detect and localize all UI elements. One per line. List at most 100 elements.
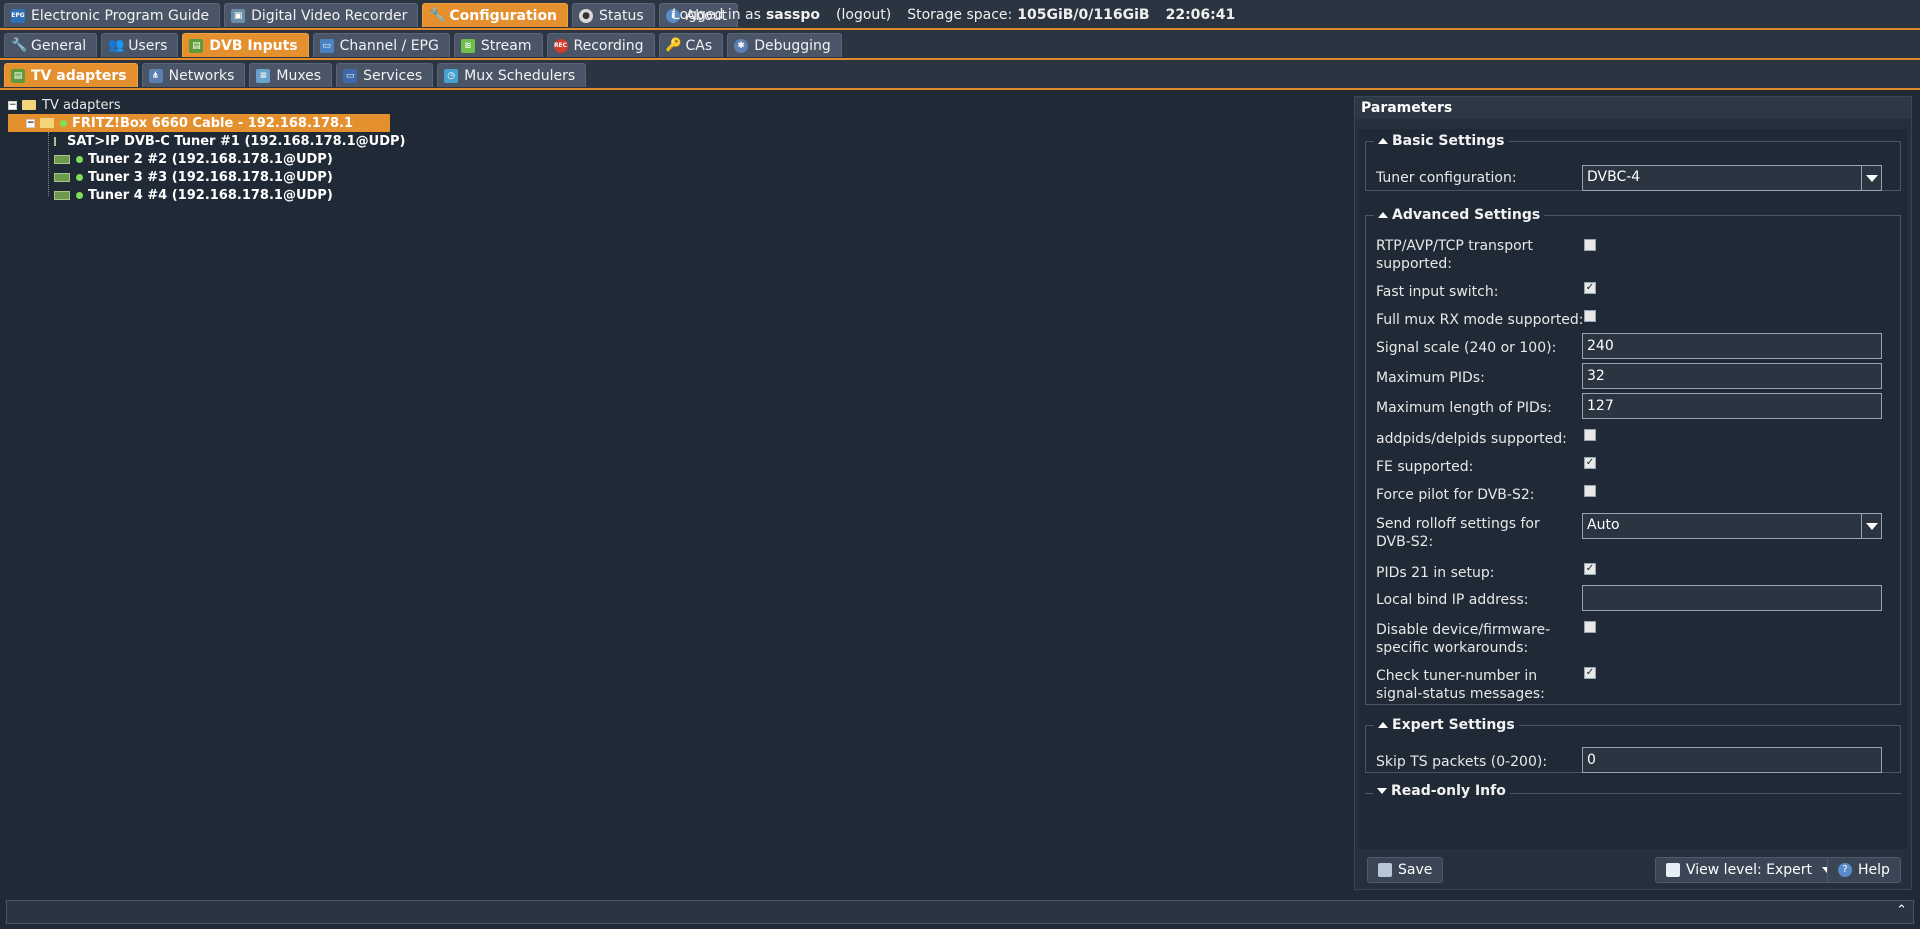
tab-users[interactable]: 👥 Users [101, 33, 179, 57]
folder-icon [40, 118, 54, 128]
key-icon: 🔑 [665, 37, 682, 53]
tree-tuner[interactable]: SAT>IP DVB-C Tuner #1 (192.168.178.1@UDP… [8, 132, 405, 150]
login-info: Logged in as sasspo [672, 7, 821, 23]
tab-services[interactable]: ▭ Services [336, 63, 434, 87]
mux-icon: ≡ [256, 68, 271, 83]
fe-checkbox[interactable]: ✓ [1584, 457, 1596, 469]
tab-stream[interactable]: ≋ Stream [453, 33, 543, 57]
epg-icon: EPG [11, 8, 25, 23]
tab-mux-schedulers[interactable]: ◷ Mux Schedulers [437, 63, 587, 87]
rtp-checkbox[interactable] [1584, 239, 1596, 251]
config-tab-bar: 🔧 General 👥 Users ▤ DVB Inputs ▭ Channel… [0, 30, 1920, 60]
username: sasspo [765, 7, 821, 23]
expert-settings: Expert Settings Skip TS packets (0-200): [1365, 717, 1901, 773]
tuner-config-select[interactable]: DVBC-4 [1582, 165, 1882, 191]
tree-tuner[interactable]: Tuner 4 #4 (192.168.178.1@UDP) [8, 186, 400, 204]
basic-settings-toggle[interactable]: Basic Settings [1374, 133, 1509, 149]
chevron-down-icon[interactable] [1861, 514, 1881, 538]
status-info: Logged in as sasspo (logout) Storage spa… [672, 0, 1235, 30]
tuner-card-icon [54, 172, 70, 182]
tuner-card-icon [54, 190, 70, 200]
save-icon [1378, 863, 1392, 877]
dvr-icon: ▣ [231, 8, 246, 23]
card-icon: ▤ [11, 68, 25, 83]
tab-general[interactable]: 🔧 General [4, 33, 98, 57]
signal-scale-input[interactable] [1582, 333, 1882, 359]
check-tuner-number-checkbox[interactable]: ✓ [1584, 667, 1596, 679]
tab-label: Configuration [449, 7, 558, 24]
tree-tuner[interactable]: Tuner 3 #3 (192.168.178.1@UDP) [8, 168, 400, 186]
folder-icon [22, 100, 36, 110]
force-pilot-checkbox[interactable] [1584, 485, 1596, 497]
max-pid-length-input[interactable] [1582, 393, 1882, 419]
collapse-icon [1378, 212, 1388, 218]
log-bar: ⌃ [6, 900, 1914, 924]
max-pids-input[interactable] [1582, 363, 1882, 389]
tab-channel-epg[interactable]: ▭ Channel / EPG [312, 33, 450, 57]
users-icon: 👥 [108, 37, 125, 53]
main-tab-bar: EPG Electronic Program Guide ▣ Digital V… [0, 0, 1920, 30]
tab-label: Digital Video Recorder [251, 7, 408, 24]
card-icon: ▤ [189, 38, 204, 53]
wrench-icon: 🔧 [11, 37, 28, 53]
expand-icon [1377, 788, 1387, 794]
fast-switch-checkbox[interactable]: ✓ [1584, 282, 1596, 294]
view-level-button[interactable]: View level: Expert [1655, 857, 1844, 883]
rec-icon: REC [553, 38, 568, 53]
status-dot-icon [60, 119, 67, 127]
tuner-card-icon [54, 136, 56, 146]
tv-icon: ▭ [319, 38, 334, 53]
tab-cas[interactable]: 🔑 CAs [658, 33, 724, 57]
addpids-checkbox[interactable] [1584, 429, 1596, 441]
tab-label: Status [599, 7, 644, 24]
dvb-tab-bar: ▤ TV adapters ⋔ Networks ≡ Muxes ▭ Servi… [0, 60, 1920, 90]
expert-settings-toggle[interactable]: Expert Settings [1374, 717, 1519, 733]
tab-tv-adapters[interactable]: ▤ TV adapters [4, 63, 138, 87]
expand-log-icon[interactable]: ⌃ [1896, 903, 1907, 918]
tab-networks[interactable]: ⋔ Networks [141, 63, 246, 87]
skip-ts-input[interactable] [1582, 747, 1882, 773]
parameters-body: Basic Settings Tuner configuration: DVBC… [1359, 129, 1907, 849]
status-dot-icon [76, 173, 83, 181]
save-button[interactable]: Save [1367, 857, 1444, 883]
tuner-config-label: Tuner configuration: [1376, 170, 1517, 186]
collapse-icon [1378, 722, 1388, 728]
full-mux-checkbox[interactable] [1584, 310, 1596, 322]
view-icon [1666, 863, 1680, 877]
stream-icon: ≋ [460, 38, 475, 53]
tab-dvr[interactable]: ▣ Digital Video Recorder [224, 3, 419, 27]
tab-recording[interactable]: REC Recording [546, 33, 655, 57]
storage-info: Storage space: 105GiB/0/116GiB [907, 7, 1150, 23]
tab-epg[interactable]: EPG Electronic Program Guide [4, 3, 221, 27]
scheduler-icon: ◷ [444, 68, 459, 83]
advanced-settings-toggle[interactable]: Advanced Settings [1374, 207, 1544, 223]
tree-adapter[interactable]: − FRITZ!Box 6660 Cable - 192.168.178.1 [8, 114, 390, 132]
bug-icon: ✱ [734, 38, 749, 53]
clock: 22:06:41 [1165, 7, 1236, 23]
basic-settings: Basic Settings Tuner configuration: DVBC… [1365, 133, 1901, 191]
collapse-icon[interactable]: − [8, 100, 17, 110]
rolloff-select[interactable]: Auto [1582, 513, 1882, 539]
tuner-card-icon [54, 154, 70, 164]
adapter-tree: − TV adapters − FRITZ!Box 6660 Cable - 1… [8, 96, 405, 204]
status-dot-icon [76, 155, 83, 163]
tab-configuration[interactable]: 🔧 Configuration [422, 3, 569, 27]
disable-workarounds-checkbox[interactable] [1584, 621, 1596, 633]
help-button[interactable]: ? Help [1827, 857, 1901, 883]
logout-link[interactable]: (logout) [836, 7, 891, 23]
help-icon: ? [1838, 863, 1852, 877]
bind-ip-input[interactable] [1582, 585, 1882, 611]
pids21-checkbox[interactable]: ✓ [1584, 563, 1596, 575]
readonly-info-toggle[interactable]: Read-only Info [1373, 783, 1510, 799]
tree-tuner[interactable]: Tuner 2 #2 (192.168.178.1@UDP) [8, 150, 400, 168]
parameters-panel: Parameters Basic Settings Tuner configur… [1354, 96, 1912, 890]
parameters-title: Parameters [1355, 97, 1911, 119]
tab-status[interactable]: ● Status [572, 3, 655, 27]
tab-label: Electronic Program Guide [31, 7, 210, 24]
chevron-down-icon[interactable] [1861, 166, 1881, 190]
collapse-icon[interactable]: − [26, 118, 35, 128]
tab-dvb-inputs[interactable]: ▤ DVB Inputs [182, 33, 309, 57]
tab-muxes[interactable]: ≡ Muxes [249, 63, 333, 87]
tab-debugging[interactable]: ✱ Debugging [727, 33, 842, 57]
tree-root[interactable]: − TV adapters [8, 96, 400, 114]
